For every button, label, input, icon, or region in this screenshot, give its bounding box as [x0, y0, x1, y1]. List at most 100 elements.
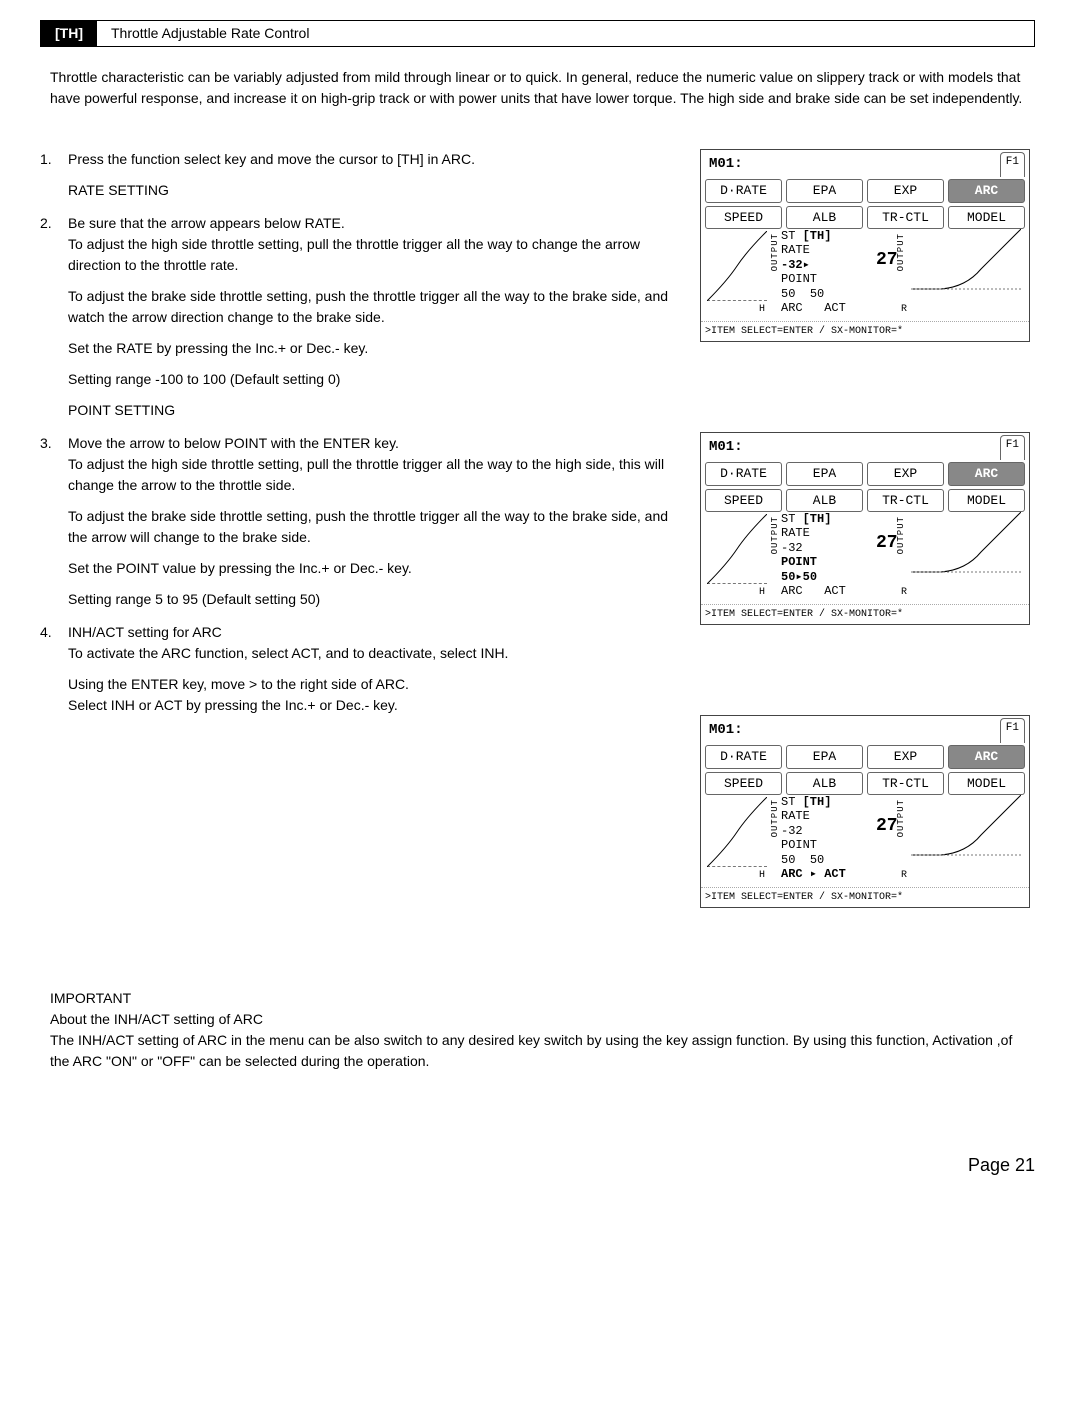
lcd3-tab-alb: ALB: [786, 772, 863, 796]
page-number: Page 21: [40, 1152, 1035, 1179]
step-3-line5: Setting range 5 to 95 (Default setting 5…: [68, 589, 670, 610]
lcd2-fn-tab: F1: [1000, 435, 1025, 460]
header-tag: [TH]: [41, 21, 97, 46]
lcd2-tab-model: MODEL: [948, 489, 1025, 513]
step-2-line1: Be sure that the arrow appears below RAT…: [68, 215, 345, 231]
lcd1-arc-label: ARC: [781, 301, 803, 315]
lcd2-arc-label: ARC: [781, 584, 803, 598]
step-3-line3: To adjust the brake side throttle settin…: [68, 506, 670, 548]
step-1-text: Press the function select key and move t…: [68, 151, 475, 167]
lcd1-output-label-right: OUTPUT: [895, 233, 909, 271]
step-4-line3: Select INH or ACT by pressing the Inc.+ …: [68, 697, 398, 713]
step-4: INH/ACT setting for ARC To activate the …: [40, 622, 670, 716]
lcd1-point-label: POINT: [781, 272, 817, 286]
lcd3-fn-tab: F1: [1000, 718, 1025, 743]
lcd2-ch: [TH]: [803, 512, 832, 526]
lcd1-tab-alb: ALB: [786, 206, 863, 230]
lcd-screenshot-3: M01: F1 D·RATE EPA EXP ARC SPEED ALB TR-…: [700, 715, 1030, 908]
lcd1-tab-model: MODEL: [948, 206, 1025, 230]
lcd1-rate-val: -32▸: [781, 258, 810, 272]
step-3: Move the arrow to below POINT with the E…: [40, 433, 670, 610]
lcd3-tab-drate: D·RATE: [705, 745, 782, 769]
step-2-line2: To adjust the high side throttle setting…: [68, 236, 640, 273]
lcd2-r-label: R: [901, 585, 907, 600]
lcd3-tab-arc: ARC: [948, 745, 1025, 769]
lcd2-tab-trctl: TR-CTL: [867, 489, 944, 513]
lcd1-fn-tab: F1: [1000, 152, 1025, 177]
lcd2-rate-label: RATE: [781, 526, 810, 540]
step-3-line1: Move the arrow to below POINT with the E…: [68, 435, 399, 451]
lcd2-output-label-right: OUTPUT: [895, 516, 909, 554]
lcd3-r-label: R: [901, 868, 907, 883]
step-2-line4: Set the RATE by pressing the Inc.+ or De…: [68, 338, 670, 359]
point-setting-heading: POINT SETTING: [68, 400, 670, 421]
instruction-list: Press the function select key and move t…: [40, 149, 670, 716]
lcd1-tab-epa: EPA: [786, 179, 863, 203]
lcd-screenshot-1: M01: F1 D·RATE EPA EXP ARC SPEED ALB TR-…: [700, 149, 1030, 342]
lcd1-tab-speed: SPEED: [705, 206, 782, 230]
important-subheading: About the INH/ACT setting of ARC: [50, 1009, 1025, 1030]
step-4-line1: To activate the ARC function, select ACT…: [68, 645, 508, 661]
lcd2-tab-alb: ALB: [786, 489, 863, 513]
lcd1-tab-arc: ARC: [948, 179, 1025, 203]
important-heading: IMPORTANT: [50, 988, 1025, 1009]
lcd3-rate-val: -32: [781, 824, 803, 838]
lcd2-tab-arc: ARC: [948, 462, 1025, 486]
header-title: Throttle Adjustable Rate Control: [97, 21, 323, 46]
lcd1-tab-exp: EXP: [867, 179, 944, 203]
lcd3-st: ST: [781, 795, 795, 809]
lcd2-response-graph: [911, 512, 1021, 582]
lcd3-tab-exp: EXP: [867, 745, 944, 769]
section-header: [TH] Throttle Adjustable Rate Control: [40, 20, 1035, 47]
step-4-line2: Using the ENTER key, move > to the right…: [68, 676, 409, 692]
lcd1-act-label: ACT: [824, 301, 846, 315]
lcd1-rate-label: RATE: [781, 243, 810, 257]
lcd1-h-label: H: [759, 302, 765, 317]
rate-setting-heading: RATE SETTING: [68, 180, 670, 201]
lcd3-ch: [TH]: [803, 795, 832, 809]
lcd2-params: ST [TH] RATE -32 POINT 50▸50 ARC ACT: [781, 512, 846, 598]
lcd1-params: ST [TH] RATE -32▸ POINT 50 50 ARC ACT: [781, 229, 846, 315]
important-body: The INH/ACT setting of ARC in the menu c…: [50, 1030, 1025, 1072]
lcd3-tab-model: MODEL: [948, 772, 1025, 796]
lcd3-curve-graph: [707, 797, 767, 867]
lcd2-tab-speed: SPEED: [705, 489, 782, 513]
step-2-line5: Setting range -100 to 100 (Default setti…: [68, 369, 670, 390]
step-3-line2: To adjust the high side throttle setting…: [68, 456, 664, 493]
lcd3-tab-speed: SPEED: [705, 772, 782, 796]
lcd3-act-emph: ACT: [824, 867, 846, 881]
important-section: IMPORTANT About the INH/ACT setting of A…: [40, 988, 1035, 1072]
lcd1-st: ST: [781, 229, 795, 243]
lcd2-rate-val: -32: [781, 541, 803, 555]
step-2: Be sure that the arrow appears below RAT…: [40, 213, 670, 421]
lcd2-curve-graph: [707, 514, 767, 584]
lcd2-tab-drate: D·RATE: [705, 462, 782, 486]
lcd1-ch: [TH]: [803, 229, 832, 243]
lcd2-tab-exp: EXP: [867, 462, 944, 486]
step-2-line3: To adjust the brake side throttle settin…: [68, 286, 670, 328]
lcd3-tab-epa: EPA: [786, 745, 863, 769]
lcd2-point-label: POINT: [781, 555, 817, 569]
lcd3-mid-val: 50: [810, 853, 824, 867]
lcd2-footer: >ITEM SELECT=ENTER / SX-MONITOR=*: [701, 604, 1029, 624]
lcd3-point-val: 50: [781, 853, 795, 867]
lcd1-point-val: 50: [781, 287, 795, 301]
step-4-heading: INH/ACT setting for ARC: [68, 624, 222, 640]
lcd1-tab-trctl: TR-CTL: [867, 206, 944, 230]
lcd1-footer: >ITEM SELECT=ENTER / SX-MONITOR=*: [701, 321, 1029, 341]
lcd3-arc-arrow: ARC ▸: [781, 867, 817, 881]
lcd3-point-label: POINT: [781, 838, 817, 852]
lcd3-params: ST [TH] RATE -32 POINT 50 50 ARC ▸ ACT: [781, 795, 846, 881]
intro-paragraph: Throttle characteristic can be variably …: [40, 67, 1035, 109]
lcd1-curve-graph: [707, 231, 767, 301]
lcd1-r-label: R: [901, 302, 907, 317]
lcd1-mid-val: 50: [810, 287, 824, 301]
lcd3-output-label-right: OUTPUT: [895, 799, 909, 837]
lcd-screenshot-2: M01: F1 D·RATE EPA EXP ARC SPEED ALB TR-…: [700, 432, 1030, 625]
lcd1-tab-drate: D·RATE: [705, 179, 782, 203]
lcd3-model: M01:: [705, 718, 747, 743]
lcd3-rate-label: RATE: [781, 809, 810, 823]
lcd2-point-val: 50▸50: [781, 570, 817, 584]
lcd3-footer: >ITEM SELECT=ENTER / SX-MONITOR=*: [701, 887, 1029, 907]
step-3-line4: Set the POINT value by pressing the Inc.…: [68, 558, 670, 579]
